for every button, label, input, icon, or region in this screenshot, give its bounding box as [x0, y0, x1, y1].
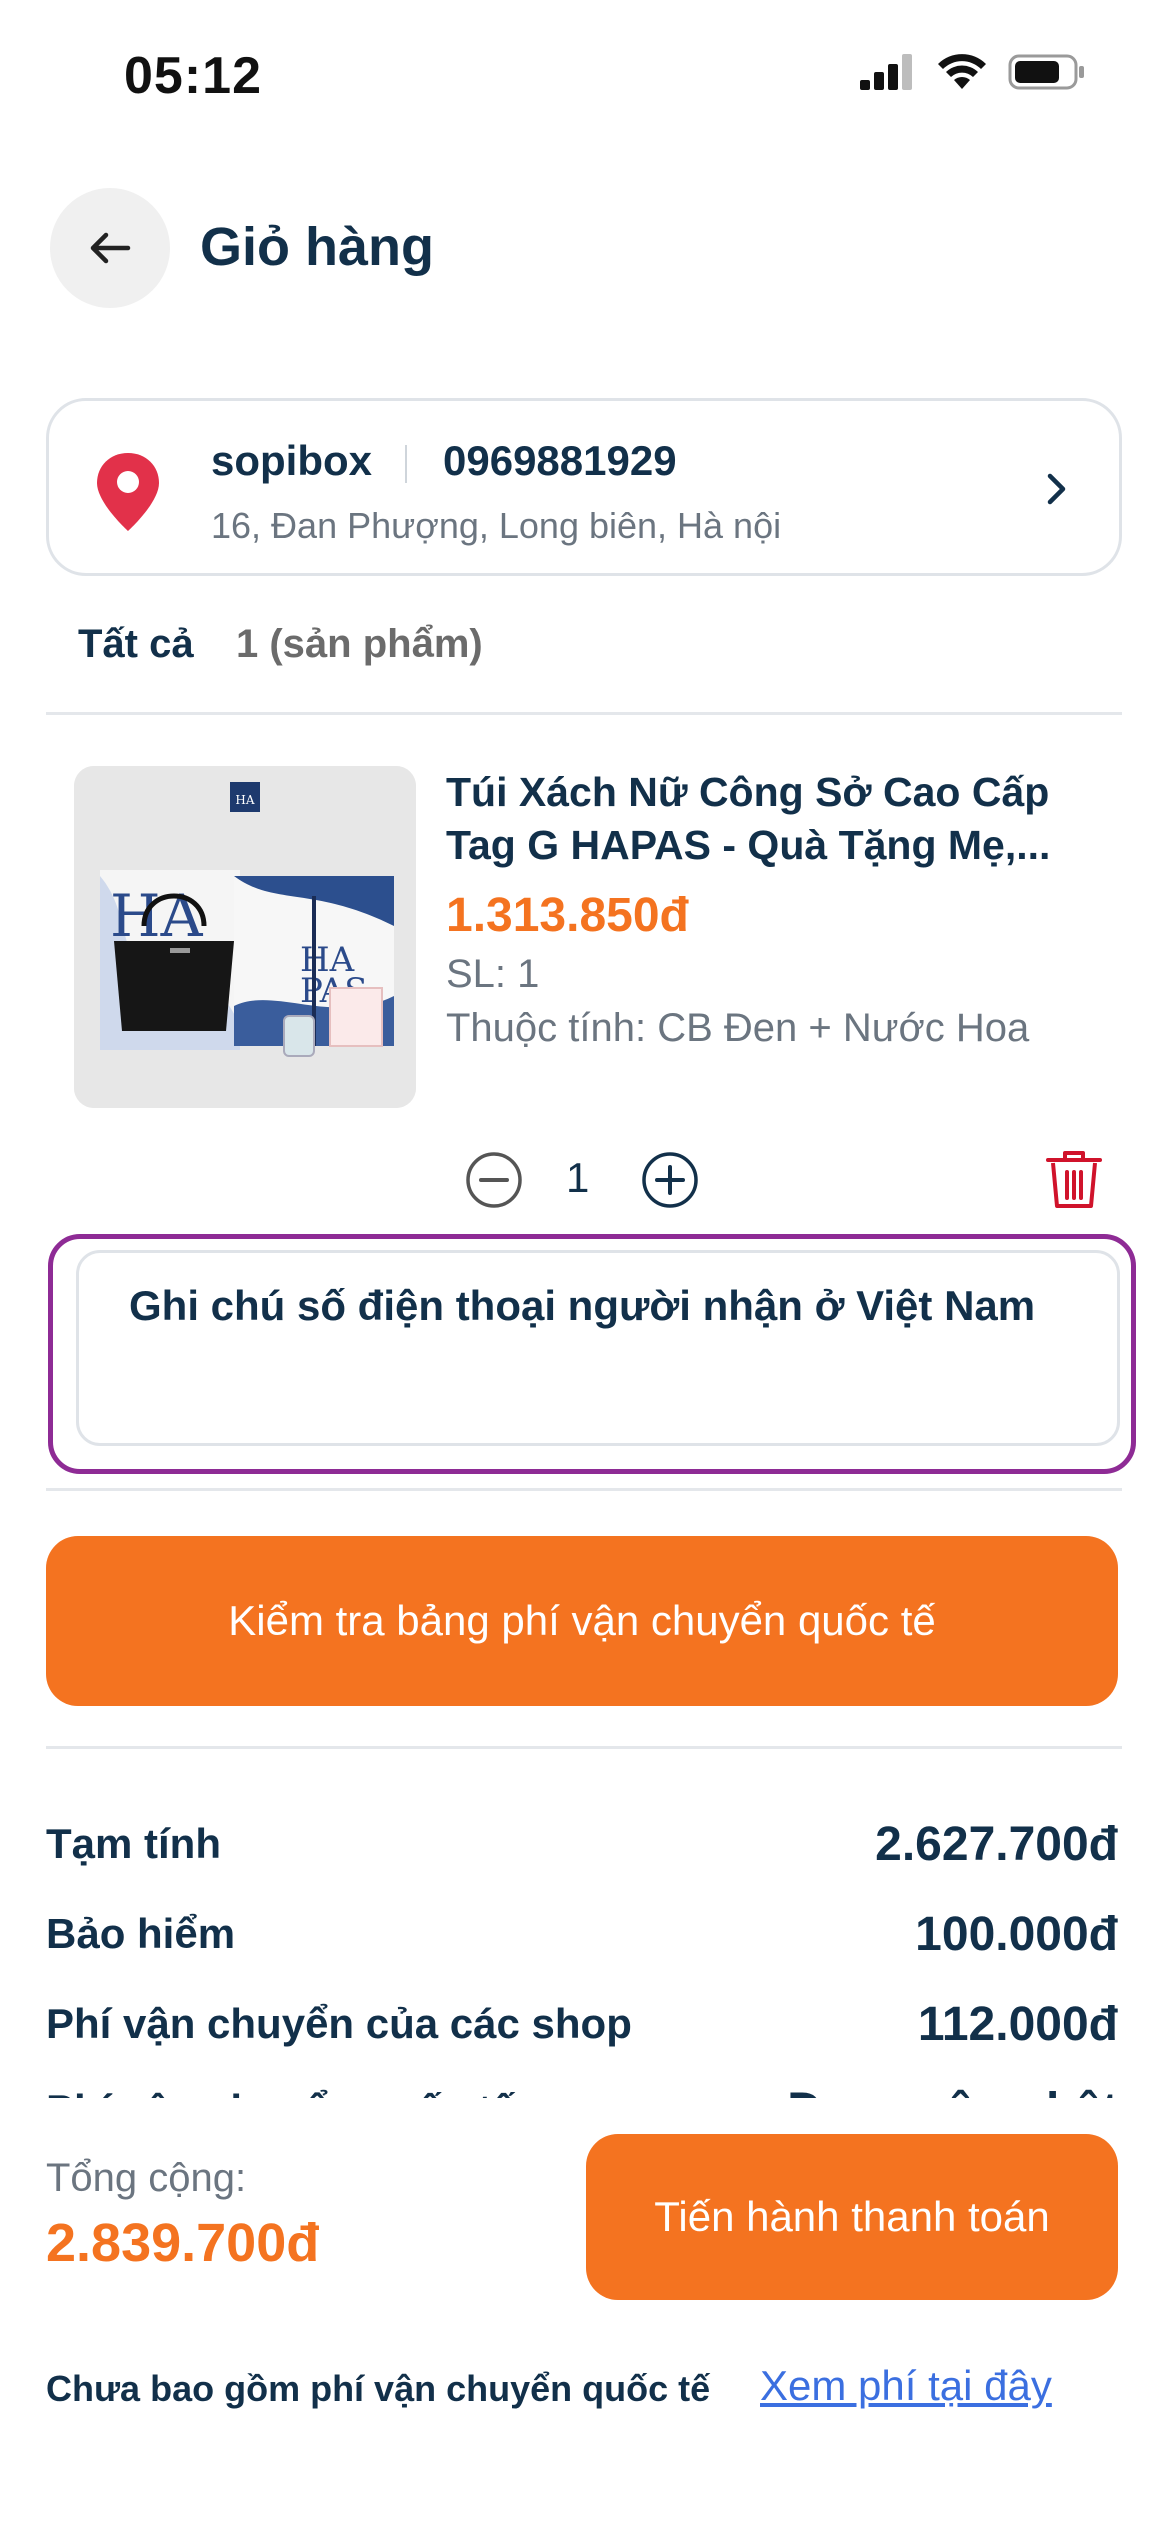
summary-label: Tạm tính [46, 1820, 221, 1867]
summary-section: Tạm tính 2.627.700đ Bảo hiểm 100.000đ Ph… [0, 1760, 1170, 2099]
product-quantity: SL: 1 [446, 952, 540, 996]
summary-label: Phí vận chuyển của các shop [46, 2000, 632, 2047]
wifi-icon [938, 54, 986, 89]
total-value: 2.839.700đ [46, 2213, 320, 2273]
summary-row-shop-shipping: Phí vận chuyển của các shop 112.000đ [46, 1994, 1118, 2054]
svg-text:HA: HA [235, 793, 254, 807]
summary-row-insurance: Bảo hiểm 100.000đ [46, 1904, 1118, 1964]
svg-text:HA: HA [110, 882, 204, 950]
chevron-right-icon [1047, 473, 1066, 505]
footer-note: Chưa bao gồm phí vận chuyển quốc tế [46, 2368, 711, 2409]
summary-label: Phí vận chuyển quốc tế [46, 2086, 515, 2098]
note-input[interactable]: Ghi chú số điện thoại người nhận ở Việt … [76, 1250, 1120, 1446]
summary-value: 112.000đ [917, 1997, 1118, 2051]
location-pin-icon [97, 453, 159, 531]
divider [46, 712, 1122, 715]
summary-value: 100.000đ [915, 1907, 1118, 1961]
status-time: 05:12 [124, 47, 262, 105]
page-title: Giỏ hàng [200, 217, 434, 277]
product-image[interactable]: HA HA HA PAS [74, 766, 416, 1108]
view-fee-link[interactable]: Xem phí tại đây [760, 2362, 1052, 2410]
item-count: 1 (sản phẩm) [236, 622, 483, 666]
product-title[interactable]: Túi Xách Nữ Công Sở Cao Cấp Tag G HAPAS … [446, 766, 1106, 872]
total-label: Tổng cộng: [46, 2156, 247, 2200]
back-button[interactable] [50, 188, 170, 308]
recipient-name: sopibox [211, 437, 373, 484]
status-icons [860, 52, 1086, 92]
quantity-value: 1 [566, 1154, 590, 1201]
plus-circle-icon[interactable] [640, 1150, 700, 1210]
summary-value: 2.627.700đ [875, 1817, 1118, 1871]
address-separator [405, 445, 407, 483]
minus-circle-icon[interactable] [464, 1150, 524, 1210]
divider [46, 1488, 1122, 1491]
checkout-button[interactable]: Tiến hành thanh toán [586, 2134, 1118, 2300]
trash-icon[interactable] [1044, 1148, 1104, 1212]
product-price: 1.313.850đ [446, 889, 689, 942]
address-card[interactable]: sopibox 0969881929 16, Đan Phượng, Long … [46, 398, 1122, 576]
summary-row-subtotal: Tạm tính 2.627.700đ [46, 1814, 1118, 1874]
product-attribute: Thuộc tính: CB Đen + Nước Hoa [446, 1006, 1030, 1050]
summary-label: Bảo hiểm [46, 1910, 236, 1957]
cellular-signal-icon [860, 54, 912, 90]
address-line: 16, Đan Phượng, Long biên, Hà nội [211, 505, 782, 546]
select-all-label[interactable]: Tất cả [78, 622, 194, 667]
note-text: Ghi chú số điện thoại người nhận ở Việt … [129, 1282, 1036, 1329]
recipient-phone: 0969881929 [443, 437, 677, 484]
summary-value: Đang cập nhật [787, 2083, 1118, 2099]
check-shipping-fee-button[interactable]: Kiểm tra bảng phí vận chuyển quốc tế [46, 1536, 1118, 1706]
arrow-left-icon [90, 232, 131, 264]
product-photo-icon: HA HA HA PAS [74, 766, 416, 1108]
summary-row-international-shipping: Phí vận chuyển quốc tế Đang cập nhật [46, 2080, 1118, 2099]
battery-icon [1008, 54, 1084, 90]
divider [46, 1746, 1122, 1749]
